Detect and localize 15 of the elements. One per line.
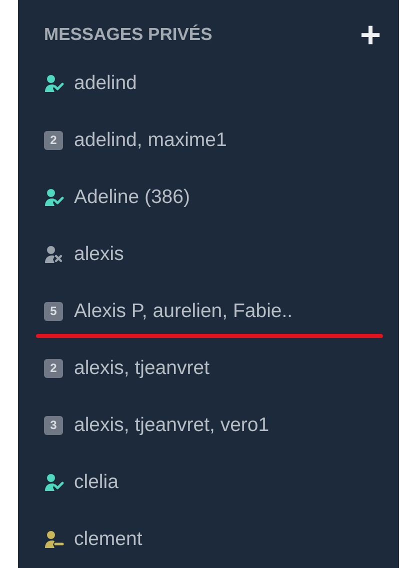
member-count: 5 (44, 302, 63, 321)
conversation-link[interactable]: alexis, tjeanvret, vero1 (74, 410, 270, 440)
conversation-link[interactable]: clelia (74, 468, 118, 498)
conversation-link[interactable]: adelind (74, 68, 137, 98)
conversation-link[interactable]: Alexis P, aurelien, Fabie.. (74, 296, 293, 326)
conversation-link[interactable]: adelind, maxime1 (74, 126, 227, 156)
section-heading: MESSAGES PRIVÉS (44, 23, 212, 46)
conversation-link[interactable]: alexis (74, 240, 124, 270)
conversation-link[interactable]: alexis, tjeanvret (74, 354, 210, 384)
member-count: 2 (44, 359, 63, 378)
conversation-link[interactable]: clement (74, 524, 142, 554)
add-button[interactable]: + (358, 16, 383, 52)
member-count: 3 (44, 416, 63, 435)
conversation-link[interactable]: Adeline (386) (74, 182, 190, 212)
member-count: 2 (44, 131, 63, 150)
